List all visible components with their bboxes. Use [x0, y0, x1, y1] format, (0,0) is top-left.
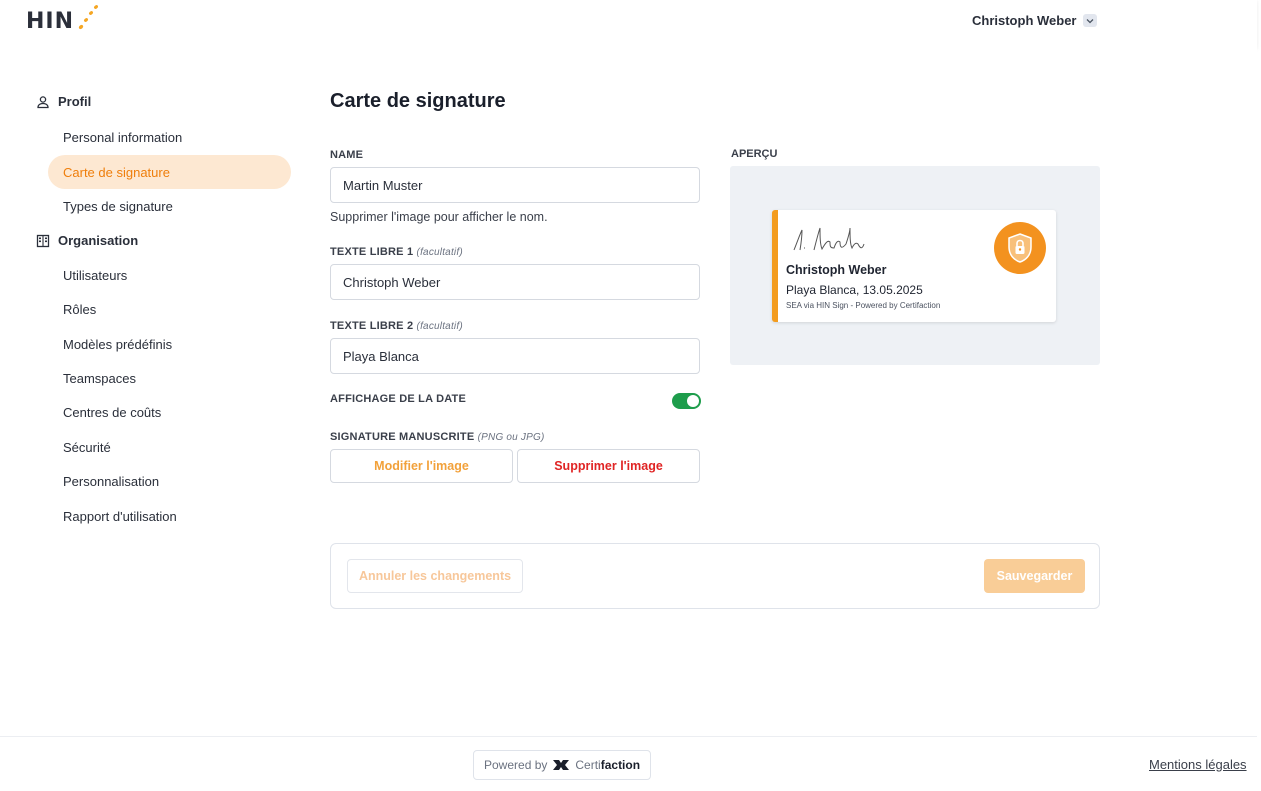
sidebar-item-label: Rapport d'utilisation: [63, 508, 177, 524]
chevron-down-icon[interactable]: [1082, 14, 1097, 27]
sidebar-item-label: Rôles: [63, 301, 97, 317]
certifaction-brand: Certifaction: [575, 758, 640, 772]
free-text-2-label-text: TEXTE LIBRE 2: [330, 320, 414, 332]
sidebar-item-label: Centres de coûts: [63, 404, 162, 420]
free-text-1-optional: (facultatif): [416, 247, 463, 258]
sidebar-section-profil: Profil: [36, 94, 91, 109]
user-menu[interactable]: Christoph Weber: [972, 13, 1097, 28]
signature-card: Christoph Weber Playa Blanca, 13.05.2025…: [772, 210, 1056, 322]
handwritten-signature-label-text: SIGNATURE MANUSCRITE: [330, 431, 475, 443]
handwritten-signature-label: SIGNATURE MANUSCRITE (PNG ou JPG): [330, 431, 544, 443]
free-text-2-label: TEXTE LIBRE 2 (facultatif): [330, 320, 463, 332]
logo-mark-icon: [78, 5, 98, 30]
handwritten-signature-image: [793, 227, 865, 251]
name-hint: Supprimer l'image pour afficher le nom.: [330, 210, 548, 224]
sidebar-item-utilisateurs[interactable]: Utilisateurs: [48, 258, 291, 292]
sidebar-item-personnalisation[interactable]: Personnalisation: [48, 464, 291, 498]
sidebar-item-label: Sécurité: [63, 439, 111, 455]
sidebar-item-teamspaces[interactable]: Teamspaces: [48, 361, 291, 395]
modify-image-button[interactable]: Modifier l'image: [330, 449, 513, 483]
powered-by-badge[interactable]: Powered by Certifaction: [473, 750, 652, 780]
handwritten-signature-formats: (PNG ou JPG): [477, 432, 545, 443]
name-field[interactable]: [330, 167, 700, 203]
date-display-toggle[interactable]: [672, 393, 701, 409]
delete-image-button[interactable]: Supprimer l'image: [517, 449, 700, 483]
brand-bold: faction: [600, 758, 641, 772]
sidebar-item-types-de-signature[interactable]: Types de signature: [48, 189, 291, 223]
sidebar-item-modeles-predefinis[interactable]: Modèles prédéfinis: [48, 327, 291, 361]
sidebar-section-label: Profil: [58, 94, 92, 109]
preview-note: SEA via HIN Sign - Powered by Certifacti…: [786, 301, 941, 310]
date-display-label: AFFICHAGE DE LA DATE: [330, 393, 466, 405]
form-actions: Annuler les changements Sauvegarder: [330, 543, 1100, 609]
toggle-knob: [687, 395, 699, 407]
brand-light: Certi: [575, 758, 601, 772]
free-text-2-optional: (facultatif): [416, 321, 463, 332]
user-icon: [37, 95, 49, 108]
sidebar-item-label: Personnalisation: [63, 473, 160, 489]
hin-logo[interactable]: HIN: [26, 4, 100, 38]
preview-name: Christoph Weber: [786, 263, 887, 277]
sidebar-item-centres-de-couts[interactable]: Centres de coûts: [48, 395, 291, 429]
logo-text: HIN: [26, 8, 75, 34]
sidebar-item-label: Personal information: [63, 129, 183, 145]
free-text-1-label-text: TEXTE LIBRE 1: [330, 246, 414, 258]
legal-notice-link[interactable]: Mentions légales: [1149, 757, 1247, 772]
cancel-changes-button[interactable]: Annuler les changements: [347, 559, 523, 593]
sidebar-item-personal-information[interactable]: Personal information: [48, 120, 291, 154]
sidebar-section-organisation: Organisation: [36, 233, 138, 248]
sidebar-item-carte-de-signature[interactable]: Carte de signature: [48, 155, 291, 189]
sidebar-item-rapport-utilisation[interactable]: Rapport d'utilisation: [48, 499, 291, 533]
powered-by-text: Powered by: [484, 758, 548, 772]
sidebar-item-label: Types de signature: [63, 198, 173, 214]
name-label: NAME: [330, 149, 364, 161]
sidebar-item-securite[interactable]: Sécurité: [48, 430, 291, 464]
sidebar-section-label: Organisation: [58, 233, 139, 248]
preview-label: APERÇU: [731, 148, 778, 160]
top-bar: HIN Christoph Weber: [0, 0, 1257, 48]
certifaction-logo-icon: [553, 760, 570, 770]
preview-place-date: Playa Blanca, 13.05.2025: [786, 283, 923, 297]
user-name: Christoph Weber: [972, 13, 1077, 28]
save-button[interactable]: Sauvegarder: [984, 559, 1085, 593]
sidebar-item-roles[interactable]: Rôles: [48, 292, 291, 326]
page-body: Profil Personal information Carte de sig…: [0, 48, 1257, 736]
page-title: Carte de signature: [330, 90, 506, 112]
sidebar-item-label: Teamspaces: [63, 370, 136, 386]
free-text-1-label: TEXTE LIBRE 1 (facultatif): [330, 246, 463, 258]
sidebar-item-label: Modèles prédéfinis: [63, 336, 173, 352]
free-text-2-field[interactable]: [330, 338, 700, 374]
sidebar-item-label: Utilisateurs: [63, 267, 128, 283]
shield-lock-icon: [994, 222, 1046, 274]
building-icon: [36, 234, 50, 247]
sidebar-item-label: Carte de signature: [63, 164, 170, 180]
footer: Powered by Certifaction Mentions légales: [0, 736, 1257, 791]
signature-preview: Christoph Weber Playa Blanca, 13.05.2025…: [730, 166, 1100, 365]
free-text-1-field[interactable]: [330, 264, 700, 300]
